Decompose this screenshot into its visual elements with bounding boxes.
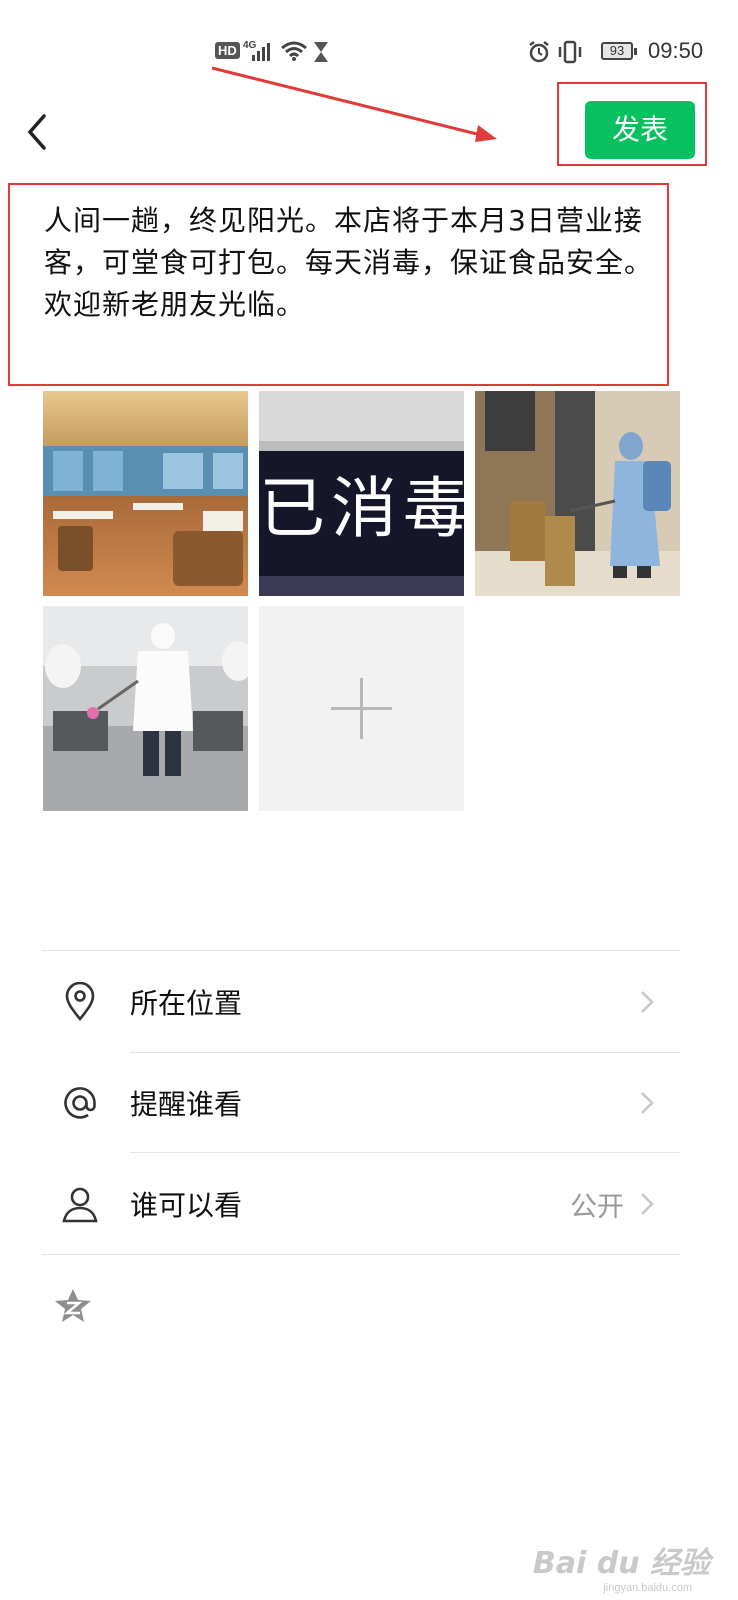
plus-icon xyxy=(331,678,392,739)
chevron-left-icon[interactable] xyxy=(24,112,54,152)
person-icon xyxy=(62,1187,98,1223)
divider xyxy=(130,1152,680,1153)
location-label: 所在位置 xyxy=(130,987,243,1020)
visibility-label: 谁可以看 xyxy=(130,1189,243,1222)
visibility-row[interactable]: 谁可以看 公开 xyxy=(42,1154,680,1254)
corridor-disinfection-photo xyxy=(475,391,680,596)
sign-text: 已消毒 xyxy=(259,470,464,547)
chevron-right-icon xyxy=(641,1193,654,1215)
add-image-button[interactable] xyxy=(259,606,464,811)
visibility-value: 公开 xyxy=(570,1192,624,1223)
divider xyxy=(42,950,680,951)
image-thumbnail-spraying[interactable] xyxy=(43,606,248,811)
at-icon xyxy=(64,1087,96,1119)
qzone-star-icon[interactable] xyxy=(53,1287,93,1325)
chevron-right-icon xyxy=(641,991,654,1013)
watermark-url: jingyan.baidu.com xyxy=(603,1582,692,1594)
remind-row[interactable]: 提醒谁看 xyxy=(42,1053,680,1153)
divider xyxy=(42,1254,680,1255)
image-thumbnail-sign[interactable]: 已消毒 xyxy=(259,391,464,596)
watermark: Bai du 经验 xyxy=(532,1546,710,1581)
publish-button[interactable]: 发表 xyxy=(585,101,695,159)
restaurant-photo xyxy=(43,391,248,596)
chevron-right-icon xyxy=(641,1092,654,1114)
post-text-input[interactable]: 人间一趟，终见阳光。本店将于本月3日营业接客，可堂食可打包。每天消毒，保证食品安… xyxy=(44,200,654,326)
image-thumbnail-restaurant[interactable] xyxy=(43,391,248,596)
spraying-worker-photo xyxy=(43,606,248,811)
image-thumbnail-corridor[interactable] xyxy=(475,391,680,596)
location-pin-icon xyxy=(65,982,95,1022)
location-row[interactable]: 所在位置 xyxy=(42,952,680,1052)
remind-label: 提醒谁看 xyxy=(130,1088,243,1121)
